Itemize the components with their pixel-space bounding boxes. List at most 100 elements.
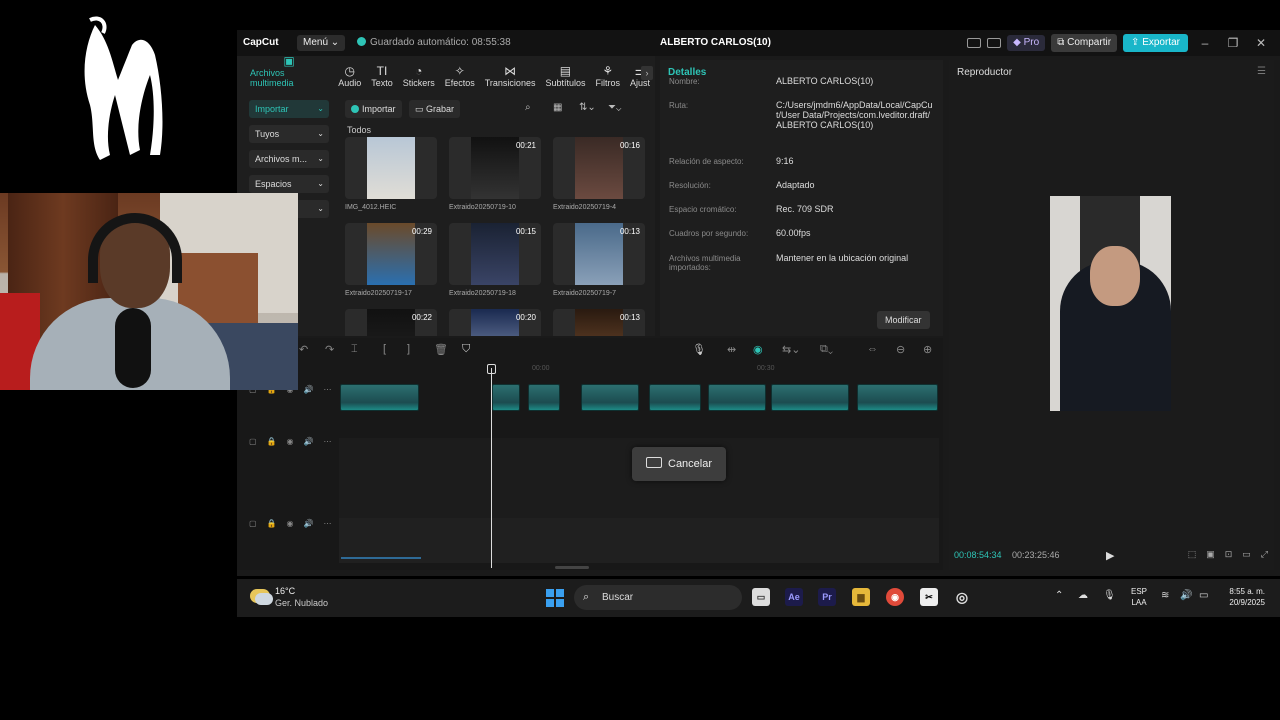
after-effects-icon[interactable]: Ae: [785, 588, 803, 606]
language-indicator[interactable]: ESP LAA: [1131, 586, 1147, 608]
audio-icon[interactable]: 🔊: [304, 519, 314, 528]
taskbar-search[interactable]: ⌕ Buscar: [574, 585, 742, 610]
export-button[interactable]: ⇪ Exportar: [1123, 34, 1188, 52]
tab-effects[interactable]: ✧ Efectos: [440, 56, 480, 89]
audio-icon[interactable]: 🔊: [304, 437, 314, 446]
media-thumbnail[interactable]: 00:29: [345, 223, 437, 285]
windows-start-icon[interactable]: [546, 589, 564, 607]
video-clip[interactable]: [340, 384, 419, 411]
tab-transition[interactable]: ⋈ Transiciones: [480, 56, 541, 89]
filter-icon[interactable]: ⏷⌄: [608, 102, 621, 113]
media-thumbnail[interactable]: 00:20: [449, 309, 541, 336]
play-icon[interactable]: ▶: [1106, 549, 1114, 562]
video-clip[interactable]: [649, 384, 701, 411]
restore-icon[interactable]: ❐: [1222, 36, 1244, 50]
ratio-icon[interactable]: ▭: [1242, 549, 1251, 560]
more-icon[interactable]: ⋯: [323, 385, 331, 394]
lock-icon[interactable]: 🔒: [267, 437, 277, 446]
tab-subtitle[interactable]: ▤ Subtítulos: [540, 56, 590, 89]
cancel-button[interactable]: Cancelar: [632, 447, 727, 481]
split-icon[interactable]: ⌶: [351, 343, 358, 356]
link-icon[interactable]: ⇹: [727, 343, 736, 356]
video-clip[interactable]: [492, 384, 520, 411]
pro-button[interactable]: ◆ Pro: [1007, 35, 1046, 51]
trim-right-icon[interactable]: ]: [407, 343, 410, 355]
media-thumbnail[interactable]: 00:15: [449, 223, 541, 285]
delete-icon[interactable]: 🗑: [434, 343, 448, 356]
undo-icon[interactable]: ↶: [299, 343, 308, 356]
folder-icon[interactable]: ▆: [852, 588, 870, 606]
import-button[interactable]: Importar: [345, 100, 402, 118]
video-clip[interactable]: [857, 384, 938, 411]
menu-icon[interactable]: ☰: [1257, 66, 1266, 77]
playhead[interactable]: [491, 368, 492, 568]
tab-text[interactable]: TI Texto: [366, 56, 398, 89]
video-clip[interactable]: [528, 384, 560, 411]
layout-icon[interactable]: [967, 38, 982, 48]
cover-icon[interactable]: ▢: [249, 437, 257, 446]
record-button[interactable]: ▭ Grabar: [409, 100, 461, 118]
zoom-out-icon[interactable]: ⊖: [896, 343, 905, 356]
media-thumbnail[interactable]: 00:13: [553, 223, 645, 285]
clock[interactable]: 8:55 a. m. 20/9/2025: [1220, 586, 1265, 608]
video-clip[interactable]: [708, 384, 766, 411]
audio-icon[interactable]: 🔊: [304, 385, 314, 394]
media-thumbnail[interactable]: 00:16: [553, 137, 645, 199]
menu-button[interactable]: Menú ⌄: [297, 35, 346, 51]
horizontal-scrollbar[interactable]: [555, 566, 589, 569]
shortcut-icon[interactable]: [987, 38, 1002, 48]
lock-icon[interactable]: 🔒: [267, 519, 277, 528]
media-thumbnail[interactable]: 00:21: [449, 137, 541, 199]
preview-axis-icon[interactable]: ⧉⌄: [820, 343, 833, 356]
redo-icon[interactable]: ↷: [325, 343, 334, 356]
view-grid-icon[interactable]: ▦: [553, 102, 562, 113]
video-clip[interactable]: [771, 384, 849, 411]
premiere-icon[interactable]: Pr: [818, 588, 836, 606]
volume-icon[interactable]: 🔊: [1180, 590, 1192, 601]
minimize-icon[interactable]: –: [1194, 36, 1216, 50]
onedrive-icon[interactable]: ☁: [1078, 590, 1088, 601]
fullscreen-icon[interactable]: ⤢: [1261, 549, 1268, 560]
media-thumbnail[interactable]: 00:22: [345, 309, 437, 336]
sidenav-item[interactable]: Importar ⌄: [249, 100, 329, 118]
share-button[interactable]: ⧉ Compartir: [1051, 34, 1118, 52]
sort-icon[interactable]: ⇅⌄: [579, 102, 596, 113]
tab-sticker[interactable]: ◔ Stickers: [398, 56, 440, 89]
crop-icon[interactable]: ⬚: [1188, 549, 1197, 560]
quality-icon[interactable]: ▣: [1206, 549, 1215, 560]
chevron-up-icon[interactable]: ⌃: [1055, 590, 1063, 601]
eye-icon[interactable]: ◉: [287, 437, 294, 446]
snap-icon[interactable]: ⇆⌄: [782, 343, 800, 356]
tab-audio[interactable]: ◷ Audio: [333, 56, 366, 89]
mic-icon[interactable]: 🎙: [1103, 590, 1116, 601]
video-clip[interactable]: [581, 384, 639, 411]
tab-filter[interactable]: ⚘ Filtros: [590, 56, 625, 89]
zoom-in-icon[interactable]: ⊕: [923, 343, 932, 356]
more-icon[interactable]: ⋯: [323, 519, 331, 528]
fit-icon[interactable]: ⇔: [867, 343, 878, 355]
wifi-icon[interactable]: ≋: [1161, 590, 1169, 601]
magnet-icon[interactable]: ◉: [753, 343, 763, 356]
sidenav-item[interactable]: Tuyos ⌄: [249, 125, 329, 143]
capcut-icon[interactable]: ✂: [920, 588, 938, 606]
search-icon[interactable]: ⌕: [525, 102, 531, 113]
modify-button[interactable]: Modificar: [877, 311, 930, 329]
file-icon[interactable]: ▭: [752, 588, 770, 606]
media-thumbnail[interactable]: [345, 137, 437, 199]
more-icon[interactable]: ⋯: [323, 437, 331, 446]
chevron-right-icon[interactable]: ›: [641, 66, 653, 80]
eye-icon[interactable]: ◉: [287, 519, 294, 528]
marker-icon[interactable]: ⛉: [462, 343, 470, 356]
sidenav-item[interactable]: Espacios ⌄: [249, 175, 329, 193]
cover-icon[interactable]: ▢: [249, 519, 257, 528]
mic-icon[interactable]: 🎙: [692, 343, 706, 356]
zoom-icon[interactable]: ⊡: [1225, 549, 1233, 560]
tab-media[interactable]: ▣ Archivos multimedia: [245, 55, 333, 89]
close-icon[interactable]: ✕: [1250, 36, 1272, 50]
obs-icon[interactable]: ◎: [953, 588, 971, 606]
weather-icon[interactable]: [250, 589, 273, 605]
sidenav-item[interactable]: Archivos m... ⌄: [249, 150, 329, 168]
battery-icon[interactable]: ▭: [1199, 590, 1208, 601]
chrome-icon[interactable]: ◉: [886, 588, 904, 606]
media-thumbnail[interactable]: 00:13: [553, 309, 645, 336]
